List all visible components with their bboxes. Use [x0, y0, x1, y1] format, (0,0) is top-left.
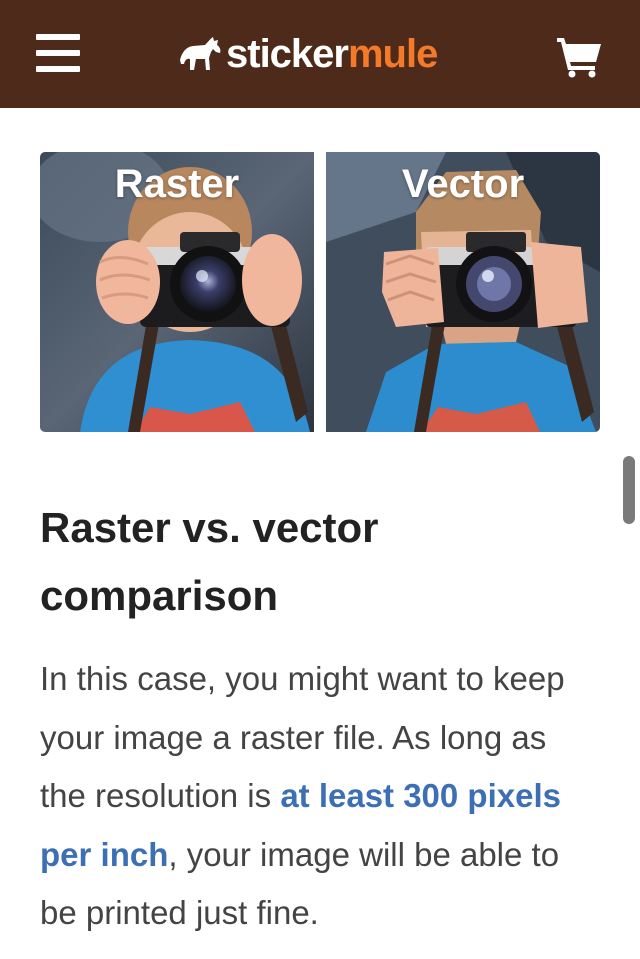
- section-heading: Raster vs. vector comparison: [40, 504, 379, 619]
- article-paragraph: In this case, you might want to keep you…: [40, 650, 600, 943]
- logo-text-sticker: sticker: [226, 32, 349, 76]
- mule-icon: [180, 37, 221, 70]
- vector-label: Vector: [401, 162, 525, 206]
- scrollbar-thumb[interactable]: [623, 456, 635, 524]
- cart-icon: [557, 38, 601, 78]
- cart-button[interactable]: [555, 36, 603, 78]
- raster-label: Raster: [114, 162, 240, 206]
- logo-text-mule: mule: [347, 32, 438, 76]
- top-navbar: sticker mule: [0, 0, 640, 108]
- vector-panel: Vector: [326, 152, 600, 432]
- sticker-mule-logo[interactable]: sticker mule: [178, 28, 438, 80]
- menu-button[interactable]: [36, 32, 82, 74]
- raster-panel: Raster: [40, 152, 314, 432]
- raster-vector-comparison-image: Raster Vector: [40, 152, 600, 432]
